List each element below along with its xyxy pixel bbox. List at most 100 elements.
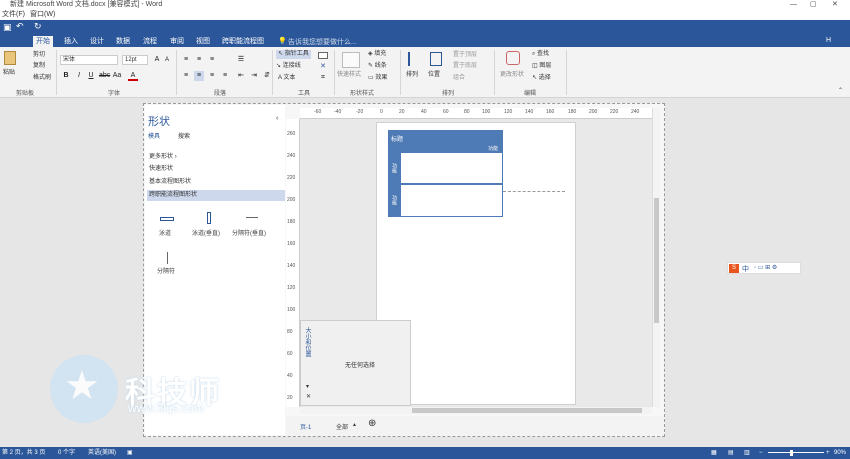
quick-styles-button[interactable]: 快速样式 xyxy=(337,71,361,80)
stencil-swimlane-vertical[interactable]: 泳道(垂直) xyxy=(192,228,220,237)
line-button[interactable]: ✎ 线条 xyxy=(368,62,387,71)
underline-button[interactable]: U xyxy=(86,71,96,81)
zoom-level[interactable]: 90% xyxy=(834,447,846,459)
italic-button[interactable]: I xyxy=(74,71,84,81)
save-icon[interactable]: ▣ xyxy=(3,22,12,33)
separator-vertical-shape-icon[interactable] xyxy=(246,217,258,218)
send-backward-button[interactable]: 置于底层 xyxy=(453,62,477,71)
vertical-scrollbar[interactable] xyxy=(652,108,660,407)
find-button[interactable]: ⌕ 查找 xyxy=(532,50,549,59)
align-center-icon[interactable]: ≡ xyxy=(194,71,204,81)
word-count[interactable]: 0 个字 xyxy=(58,447,75,459)
font-name-select[interactable]: 宋体 xyxy=(60,55,118,65)
web-layout-icon[interactable]: ▥ xyxy=(744,447,750,459)
read-mode-icon[interactable]: ▦ xyxy=(711,447,717,459)
zoom-slider[interactable] xyxy=(768,452,824,453)
tab-review[interactable]: 审阅 xyxy=(167,36,187,47)
group-button[interactable]: 组合 xyxy=(453,74,465,83)
swimlane-lane[interactable]: 功能 xyxy=(388,152,503,184)
change-shape-icon[interactable] xyxy=(506,51,520,65)
sheet-tab-all[interactable]: 全部 xyxy=(336,422,348,431)
grow-font-icon[interactable]: A xyxy=(152,55,162,65)
close-panel-icon[interactable]: ✕ xyxy=(306,393,311,400)
language-indicator[interactable]: 英语(美国) xyxy=(88,447,116,459)
menu-file[interactable]: 文件(F) xyxy=(2,10,25,20)
sheet-tab-page-1[interactable]: 页-1 xyxy=(300,422,311,431)
print-layout-icon[interactable]: ▤ xyxy=(728,447,734,459)
layers-button[interactable]: ◫ 图层 xyxy=(532,62,551,71)
swimlane-header[interactable]: 标题 功能 xyxy=(388,130,503,152)
add-page-icon[interactable]: ⊕ xyxy=(368,418,376,429)
minimize-button[interactable]: — xyxy=(790,0,797,10)
user-initial[interactable]: H xyxy=(826,37,831,44)
horizontal-scrollbar[interactable] xyxy=(300,407,652,414)
more-shapes-item[interactable]: 更多形状 › xyxy=(147,152,285,163)
tell-me-search[interactable]: 告诉我您想要做什么... xyxy=(288,37,357,47)
fill-button[interactable]: ◈ 填充 xyxy=(368,50,386,59)
collapse-ribbon-icon[interactable]: ⌃ xyxy=(838,87,843,94)
collapse-panel-icon[interactable]: ‹ xyxy=(276,115,278,122)
align-button[interactable]: 排列 xyxy=(406,71,418,80)
change-case-button[interactable]: Aa xyxy=(112,71,122,81)
align-top-icon[interactable]: ≡ xyxy=(181,55,191,65)
bring-forward-button[interactable]: 置于顶层 xyxy=(453,51,477,60)
macro-icon[interactable]: ▣ xyxy=(127,447,133,459)
connector-button[interactable]: ↘ 连接线 xyxy=(276,62,301,71)
change-shape-button[interactable]: 更改形状 xyxy=(500,71,524,80)
pointer-tool-button[interactable]: ↖ 指针工具 xyxy=(276,50,311,59)
select-button[interactable]: ↖ 选择 xyxy=(532,74,551,83)
swimlane-lane[interactable]: 功能 xyxy=(388,184,503,217)
stencil-separator-vertical[interactable]: 分隔符(垂直) xyxy=(232,228,266,237)
stencil-list-item-selected[interactable]: 跨职能流程图形状 xyxy=(147,190,285,201)
tab-insert[interactable]: 插入 xyxy=(61,36,81,47)
page-count[interactable]: 第 2 页，共 3 页 xyxy=(2,447,45,459)
position-icon[interactable] xyxy=(430,52,442,66)
paste-icon[interactable] xyxy=(4,51,16,65)
cut-button[interactable]: 剪切 xyxy=(33,51,45,60)
menu-window[interactable]: 窗口(W) xyxy=(30,10,55,20)
scroll-thumb[interactable] xyxy=(412,408,642,413)
align-right-icon[interactable]: ≡ xyxy=(207,71,217,81)
pin-icon[interactable]: ▾ xyxy=(306,383,309,390)
stencil-separator[interactable]: 分隔符 xyxy=(157,266,175,275)
separator-shape-icon[interactable] xyxy=(167,252,168,264)
swimlane-shape-icon[interactable] xyxy=(160,217,174,221)
crop-tool-icon[interactable]: ⌗ xyxy=(318,73,328,83)
stencil-swimlane[interactable]: 泳道 xyxy=(159,228,171,237)
decrease-indent-icon[interactable]: ⇤ xyxy=(236,71,246,81)
font-size-select[interactable]: 12pt xyxy=(122,55,148,65)
paste-button[interactable]: 粘贴 xyxy=(3,69,15,78)
redo-icon[interactable]: ↻ xyxy=(34,21,42,32)
text-direction-icon[interactable]: ⇵ xyxy=(262,71,272,81)
tab-home[interactable]: 开始 xyxy=(33,36,53,47)
ime-toolbar[interactable]: S 中 ◦ ▭ ⊞ ⚙ xyxy=(727,262,801,274)
tab-process[interactable]: 流程 xyxy=(140,36,160,47)
swimlane-vertical-shape-icon[interactable] xyxy=(207,212,211,224)
tab-search[interactable]: 搜索 xyxy=(178,131,190,140)
copy-button[interactable]: 复制 xyxy=(33,62,45,71)
undo-icon[interactable]: ↶ xyxy=(16,21,24,32)
close-button[interactable]: ✕ xyxy=(832,0,838,10)
format-painter-button[interactable]: 格式刷 xyxy=(33,74,51,83)
bold-button[interactable]: B xyxy=(61,71,71,81)
align-middle-icon[interactable]: ≡ xyxy=(194,55,204,65)
zoom-slider-thumb[interactable] xyxy=(790,450,793,456)
stencil-list-item[interactable]: 基本流程图形状 xyxy=(147,177,285,188)
rectangle-icon[interactable] xyxy=(318,52,328,59)
bullets-icon[interactable]: ☰ xyxy=(236,55,246,65)
font-color-button[interactable]: A xyxy=(128,71,138,81)
justify-icon[interactable]: ≡ xyxy=(220,71,230,81)
quick-styles-icon[interactable] xyxy=(342,52,360,68)
close-tool-icon[interactable]: ✕ xyxy=(318,62,328,72)
scroll-thumb[interactable] xyxy=(654,198,659,323)
tab-stencils[interactable]: 模具 xyxy=(148,131,160,140)
align-left-icon[interactable]: ≡ xyxy=(181,71,191,81)
shrink-font-icon[interactable]: A xyxy=(162,55,172,65)
tab-design[interactable]: 设计 xyxy=(87,36,107,47)
strikethrough-button[interactable]: abc xyxy=(99,71,110,81)
maximize-button[interactable]: ▢ xyxy=(810,0,817,10)
tab-view[interactable]: 视图 xyxy=(193,36,213,47)
position-button[interactable]: 位置 xyxy=(428,71,440,80)
stencil-list-item[interactable]: 快速形状 xyxy=(147,164,285,175)
tab-data[interactable]: 数据 xyxy=(113,36,133,47)
